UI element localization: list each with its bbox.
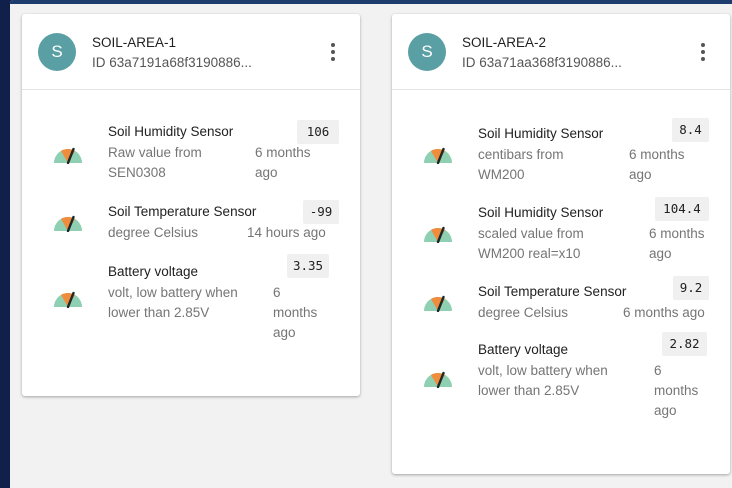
sensor-row[interactable]: Soil Temperature Sensor 9.2 degree Celsi…	[392, 276, 730, 324]
gauge-icon	[424, 371, 452, 388]
sensor-unit: Raw value from SEN0308	[108, 145, 202, 180]
sensor-value: 8.4	[672, 118, 709, 142]
sensor-value: 3.35	[287, 254, 329, 278]
gauge-icon	[424, 295, 452, 312]
device-card-soil-area-1[interactable]: S SOIL-AREA-1 ID 63a7191a68f3190886... S…	[22, 14, 360, 396]
sensor-unit: volt, low battery when lower than 2.85V	[108, 285, 238, 320]
sensor-title: Soil Humidity Sensor	[478, 126, 604, 141]
sensor-title: Soil Humidity Sensor	[108, 124, 234, 139]
sensor-timestamp: 6 months ago	[273, 285, 318, 340]
sensor-row[interactable]: Soil Temperature Sensor -99 degree Celsi…	[22, 200, 360, 244]
device-card-soil-area-2[interactable]: S SOIL-AREA-2 ID 63a71aa368f3190886... S…	[392, 14, 730, 474]
sensor-value: 2.82	[662, 332, 707, 356]
sensor-timestamp: 6 months ago	[654, 363, 699, 418]
sensor-value: 106	[297, 120, 339, 144]
device-avatar: S	[408, 33, 446, 71]
sensor-unit: centibars from WM200	[478, 147, 564, 182]
sensor-title: Soil Humidity Sensor	[478, 205, 604, 220]
device-id: ID 63a71aa368f3190886...	[462, 55, 622, 70]
device-name: SOIL-AREA-1	[92, 35, 177, 50]
device-card-header: S SOIL-AREA-1 ID 63a7191a68f3190886...	[22, 14, 360, 90]
dashboard-canvas: S SOIL-AREA-1 ID 63a7191a68f3190886... S…	[10, 0, 732, 488]
sensor-value: 104.4	[655, 197, 709, 221]
device-avatar: S	[38, 33, 76, 71]
sensor-timestamp: 6 months ago	[623, 305, 705, 320]
sensor-row[interactable]: Soil Humidity Sensor 8.4 centibars from …	[392, 118, 730, 186]
sensor-row[interactable]: Battery voltage 3.35 volt, low battery w…	[22, 254, 360, 344]
gauge-icon	[424, 147, 452, 164]
device-card-header: S SOIL-AREA-2 ID 63a71aa368f3190886...	[392, 14, 730, 90]
sensor-unit: degree Celsius	[478, 305, 569, 320]
more-vert-icon[interactable]	[324, 40, 342, 64]
sensor-title: Battery voltage	[478, 342, 569, 357]
sensor-title: Soil Temperature Sensor	[478, 284, 627, 299]
sensor-row[interactable]: Battery voltage 2.82 volt, low battery w…	[392, 332, 730, 422]
sensor-value: 9.2	[673, 276, 709, 300]
gauge-icon	[54, 291, 82, 308]
gauge-icon	[424, 226, 452, 243]
device-name: SOIL-AREA-2	[462, 35, 547, 50]
sensor-timestamp: 6 months ago	[255, 145, 311, 180]
gauge-icon	[54, 215, 82, 232]
sensor-unit: volt, low battery when lower than 2.85V	[478, 363, 608, 398]
more-vert-icon[interactable]	[694, 40, 712, 64]
sensor-value: -99	[303, 200, 339, 224]
device-id: ID 63a7191a68f3190886...	[92, 55, 252, 70]
sensor-timestamp: 6 months ago	[649, 226, 705, 261]
sensor-title: Battery voltage	[108, 264, 199, 279]
sensor-unit: scaled value from WM200 real=x10	[478, 226, 584, 261]
sensor-timestamp: 6 months ago	[629, 147, 685, 182]
sensor-unit: degree Celsius	[108, 225, 199, 240]
gauge-icon	[54, 147, 82, 164]
sensor-row[interactable]: Soil Humidity Sensor 106 Raw value from …	[22, 120, 360, 184]
sensor-timestamp: 14 hours ago	[247, 225, 326, 240]
sensor-title: Soil Temperature Sensor	[108, 204, 257, 219]
sensor-row[interactable]: Soil Humidity Sensor 104.4 scaled value …	[392, 197, 730, 265]
